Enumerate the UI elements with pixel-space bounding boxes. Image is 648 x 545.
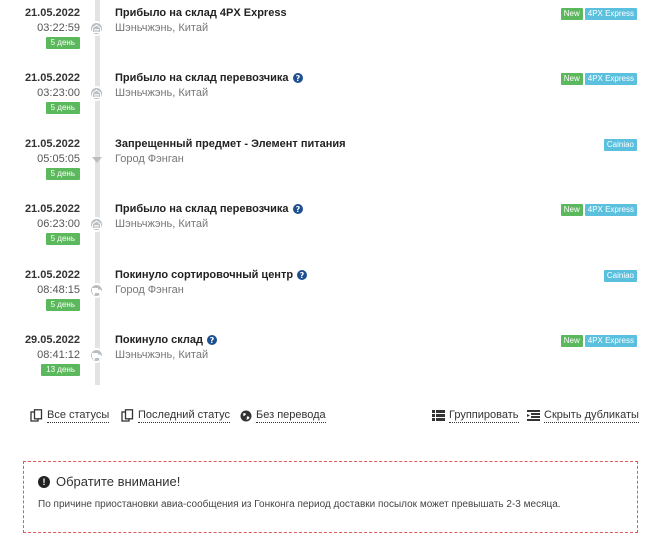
event-time: 03:23:00 [37, 87, 80, 99]
carrier-tags: New 4PX Express [560, 204, 637, 216]
event-location: Шэньчжэнь, Китай [115, 22, 209, 34]
event-status-text: Прибыло на склад перевозчика [115, 203, 289, 215]
event-location: Город Фэнган [115, 284, 184, 296]
notice-title-row: ! Обратите внимание! [38, 474, 623, 489]
days-badge: 5 день [45, 168, 80, 180]
timeline-event: 21.05.2022 05:05:05 5 день Запрещенный п… [0, 136, 648, 196]
carrier-tags: New 4PX Express [560, 8, 637, 20]
no-translation-button[interactable]: Без перевода [240, 408, 326, 423]
event-status: Покинуло сортировочный центр ? [115, 269, 308, 281]
days-badge: 5 день [45, 299, 80, 311]
event-location: Шэньчжэнь, Китай [115, 218, 209, 230]
event-status-text: Запрещенный предмет - Элемент питания [115, 138, 346, 150]
warehouse-icon [89, 21, 104, 36]
globe-icon [240, 410, 252, 422]
copy-icon [121, 409, 134, 422]
event-location: Шэньчжэнь, Китай [115, 349, 209, 361]
event-status: Прибыло на склад перевозчика ? [115, 203, 303, 215]
svg-text:?: ? [300, 271, 305, 280]
event-time: 05:05:05 [37, 153, 80, 165]
days-badge: 5 день [45, 102, 80, 114]
list-icon [432, 410, 445, 421]
copy-icon [30, 409, 43, 422]
event-date: 21.05.2022 [24, 7, 80, 19]
svg-text:?: ? [295, 74, 300, 83]
event-status: Запрещенный предмет - Элемент питания [115, 138, 346, 150]
carrier-tag: New [560, 204, 583, 216]
event-location: Город Фэнган [115, 153, 184, 165]
exclamation-icon: ! [38, 475, 50, 488]
group-label: Группировать [449, 409, 519, 423]
svg-text:?: ? [295, 205, 300, 214]
carrier-tag: 4PX Express [584, 73, 637, 85]
event-date: 21.05.2022 [24, 138, 80, 150]
no-translation-label: Без перевода [256, 409, 326, 423]
notice-title: Обратите внимание! [56, 474, 181, 489]
svg-text:?: ? [210, 336, 215, 345]
timeline-event: 21.05.2022 08:48:15 5 день Покинуло сорт… [0, 267, 648, 327]
help-icon[interactable]: ? [292, 73, 303, 83]
days-badge: 5 день [45, 233, 80, 245]
all-statuses-button[interactable]: Все статусы [30, 408, 110, 423]
event-date: 21.05.2022 [24, 203, 80, 215]
carrier-tag: Cainiao [603, 270, 637, 282]
event-date: 21.05.2022 [24, 72, 80, 84]
hide-duplicates-button[interactable]: Скрыть дубликаты [527, 408, 639, 423]
event-location: Шэньчжэнь, Китай [115, 87, 209, 99]
help-icon[interactable]: ? [292, 204, 303, 214]
carrier-tags: Cainiao [603, 270, 637, 282]
event-time: 08:41:12 [37, 349, 80, 361]
carrier-tag: Cainiao [603, 139, 637, 151]
help-icon[interactable]: ? [297, 270, 308, 280]
hide-duplicates-label: Скрыть дубликаты [544, 409, 639, 423]
timeline-event: 21.05.2022 03:22:59 5 день Прибыло на ск… [0, 5, 648, 65]
carrier-tag: New [560, 335, 583, 347]
days-badge: 13 день [41, 364, 80, 376]
carrier-tag: 4PX Express [584, 204, 637, 216]
list-remove-icon [527, 410, 540, 421]
event-status: Прибыло на склад перевозчика ? [115, 72, 303, 84]
help-icon[interactable]: ? [206, 335, 217, 345]
event-status: Прибыло на склад 4PX Express [115, 7, 287, 19]
event-time: 08:48:15 [37, 284, 80, 296]
warehouse-icon [89, 86, 104, 101]
all-statuses-label: Все статусы [47, 409, 110, 423]
carrier-tag: New [560, 73, 583, 85]
timeline-event: 21.05.2022 03:23:00 5 день Прибыло на ск… [0, 70, 648, 130]
event-time: 03:22:59 [37, 22, 80, 34]
group-button[interactable]: Группировать [432, 408, 519, 423]
last-status-button[interactable]: Последний статус [121, 408, 230, 423]
event-status-text: Покинуло склад [115, 334, 203, 346]
actions-bar: Все статусы Последний статус Без перевод… [0, 408, 648, 428]
carrier-tag: New [560, 8, 583, 20]
event-time: 06:23:00 [37, 218, 80, 230]
timeline-event: 29.05.2022 08:41:12 13 день Покинуло скл… [0, 332, 648, 392]
event-status-text: Прибыло на склад 4PX Express [115, 7, 287, 19]
truck-icon [89, 348, 104, 363]
event-date: 29.05.2022 [24, 334, 80, 346]
truck-icon [89, 283, 104, 298]
last-status-label: Последний статус [138, 409, 230, 423]
carrier-tag: 4PX Express [584, 335, 637, 347]
carrier-tags: New 4PX Express [560, 335, 637, 347]
notice-box: ! Обратите внимание! По причине приостан… [23, 461, 638, 533]
notice-text: По причине приостановки авиа-сообщения и… [38, 499, 561, 510]
tracking-timeline: 21.05.2022 03:22:59 5 день Прибыло на ск… [0, 0, 648, 390]
warehouse-icon [89, 217, 104, 232]
timeline-event: 21.05.2022 06:23:00 5 день Прибыло на ск… [0, 201, 648, 261]
event-status: Покинуло склад ? [115, 334, 217, 346]
arrow-down-icon [92, 157, 102, 163]
carrier-tag: 4PX Express [584, 8, 637, 20]
event-date: 21.05.2022 [24, 269, 80, 281]
event-status-text: Покинуло сортировочный центр [115, 269, 294, 281]
event-status-text: Прибыло на склад перевозчика [115, 72, 289, 84]
carrier-tags: Cainiao [603, 139, 637, 151]
carrier-tags: New 4PX Express [560, 73, 637, 85]
days-badge: 5 день [45, 37, 80, 49]
